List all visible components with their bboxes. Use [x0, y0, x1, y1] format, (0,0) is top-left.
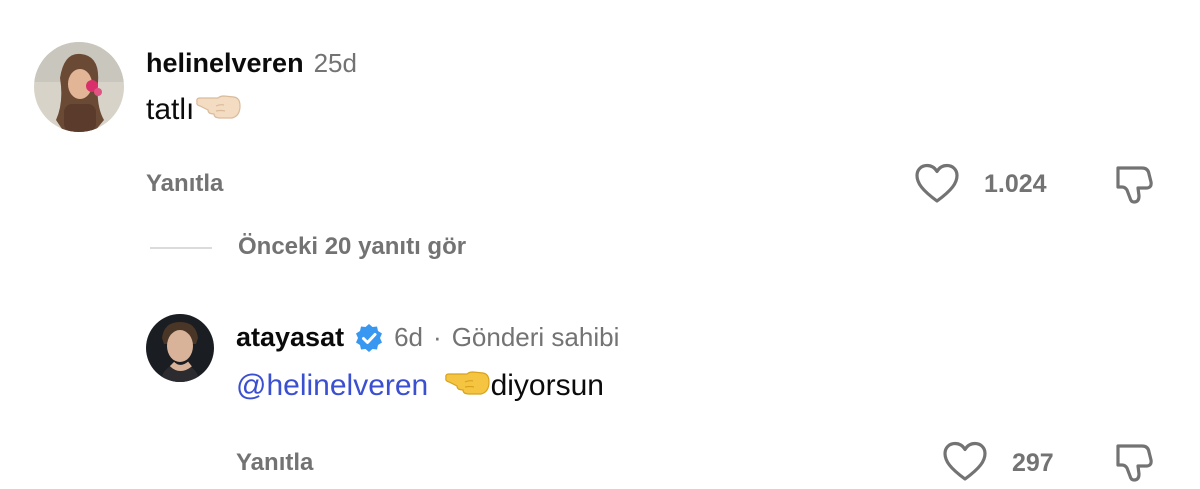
- reply-button[interactable]: Yanıtla: [236, 449, 313, 477]
- like-count: 1.024: [984, 170, 1047, 198]
- pointing-hand-left-icon: [194, 92, 242, 130]
- dislike-icon[interactable]: [1114, 440, 1154, 489]
- dislike-icon[interactable]: [1114, 162, 1154, 211]
- comment-username[interactable]: helinelveren: [146, 48, 304, 79]
- post-author-label: Gönderi sahibi: [451, 322, 620, 352]
- view-previous-replies-button[interactable]: Önceki 20 yanıtı gör: [238, 233, 466, 261]
- like-count: 297: [1012, 449, 1054, 477]
- thread-divider: [150, 247, 212, 249]
- comment-body: tatlı: [146, 92, 195, 126]
- meta-separator: ·: [433, 322, 442, 352]
- pointing-hand-left-icon: [443, 368, 491, 406]
- comment-text: @helinelveren diyorsun: [236, 368, 604, 406]
- avatar-helinelveren[interactable]: [34, 42, 124, 132]
- comment-body: diyorsun: [490, 368, 604, 402]
- heart-icon[interactable]: [942, 441, 988, 488]
- comment-time: 6d: [394, 322, 424, 352]
- mention-link[interactable]: @helinelveren: [236, 369, 428, 402]
- verified-badge-icon: [354, 323, 384, 353]
- comment-text: tatlı: [146, 92, 242, 130]
- avatar-atayasat[interactable]: [146, 314, 214, 382]
- heart-icon[interactable]: [914, 163, 960, 210]
- reply-button[interactable]: Yanıtla: [146, 170, 223, 198]
- comment-time: 25d: [313, 48, 357, 78]
- comment-username[interactable]: atayasat: [236, 322, 344, 353]
